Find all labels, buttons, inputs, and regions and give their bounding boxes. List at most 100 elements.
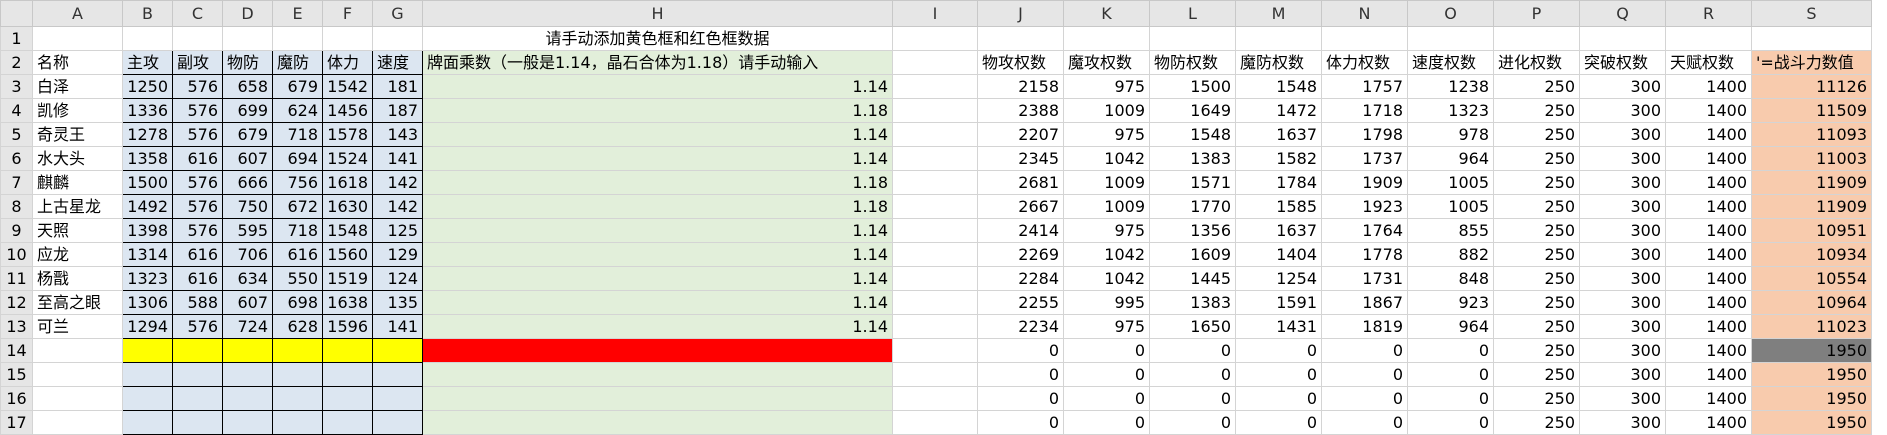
cell-i9[interactable] <box>892 218 978 243</box>
cell-p16[interactable]: 250 <box>1493 386 1580 411</box>
cell-l1[interactable] <box>1149 26 1236 51</box>
cell-n1[interactable] <box>1321 26 1408 51</box>
column-header-b[interactable]: B <box>122 0 173 27</box>
sheet-title-cell[interactable]: 请手动添加黄色框和红色框数据 <box>422 26 893 51</box>
cell-c6[interactable]: 616 <box>172 146 223 171</box>
cell-k9[interactable]: 975 <box>1063 218 1150 243</box>
cell-s10[interactable]: 10934 <box>1751 242 1872 267</box>
cell-l8[interactable]: 1770 <box>1149 194 1236 219</box>
cell-k7[interactable]: 1009 <box>1063 170 1150 195</box>
row-header-16[interactable]: 16 <box>0 386 33 411</box>
cell-s14[interactable]: 1950 <box>1751 338 1872 363</box>
cell-o4[interactable]: 1323 <box>1407 98 1494 123</box>
cell-d5[interactable]: 679 <box>222 122 273 147</box>
cell-l3[interactable]: 1500 <box>1149 74 1236 99</box>
cell-d14[interactable] <box>222 338 273 363</box>
column-header-c[interactable]: C <box>172 0 223 27</box>
cell-a17[interactable] <box>32 410 123 435</box>
cell-b13[interactable]: 1294 <box>122 314 173 339</box>
header-cell-k[interactable]: 魔攻权数 <box>1063 50 1150 75</box>
cell-o16[interactable]: 0 <box>1407 386 1494 411</box>
cell-n13[interactable]: 1819 <box>1321 314 1408 339</box>
cell-p11[interactable]: 250 <box>1493 266 1580 291</box>
cell-c12[interactable]: 588 <box>172 290 223 315</box>
cell-b10[interactable]: 1314 <box>122 242 173 267</box>
cell-k6[interactable]: 1042 <box>1063 146 1150 171</box>
cell-e7[interactable]: 756 <box>272 170 323 195</box>
header-cell-b[interactable]: 主攻 <box>122 50 173 75</box>
cell-k10[interactable]: 1042 <box>1063 242 1150 267</box>
cell-j6[interactable]: 2345 <box>977 146 1064 171</box>
header-cell-r[interactable]: 天赋权数 <box>1665 50 1752 75</box>
cell-j9[interactable]: 2414 <box>977 218 1064 243</box>
header-cell-i[interactable] <box>892 50 978 75</box>
cell-q11[interactable]: 300 <box>1579 266 1666 291</box>
cell-p8[interactable]: 250 <box>1493 194 1580 219</box>
row-header-13[interactable]: 13 <box>0 314 33 339</box>
cell-g11[interactable]: 124 <box>372 266 423 291</box>
cell-r6[interactable]: 1400 <box>1665 146 1752 171</box>
cell-r16[interactable]: 1400 <box>1665 386 1752 411</box>
cell-o10[interactable]: 882 <box>1407 242 1494 267</box>
column-header-j[interactable]: J <box>977 0 1064 27</box>
cell-a16[interactable] <box>32 386 123 411</box>
cell-n4[interactable]: 1718 <box>1321 98 1408 123</box>
header-cell-q[interactable]: 突破权数 <box>1579 50 1666 75</box>
cell-o14[interactable]: 0 <box>1407 338 1494 363</box>
cell-f5[interactable]: 1578 <box>322 122 373 147</box>
cell-k17[interactable]: 0 <box>1063 410 1150 435</box>
column-header-a[interactable]: A <box>32 0 123 27</box>
cell-n3[interactable]: 1757 <box>1321 74 1408 99</box>
cell-g13[interactable]: 141 <box>372 314 423 339</box>
cell-k4[interactable]: 1009 <box>1063 98 1150 123</box>
cell-b1[interactable] <box>122 26 173 51</box>
cell-l7[interactable]: 1571 <box>1149 170 1236 195</box>
header-cell-m[interactable]: 魔防权数 <box>1235 50 1322 75</box>
column-header-i[interactable]: I <box>892 0 978 27</box>
header-cell-o[interactable]: 速度权数 <box>1407 50 1494 75</box>
cell-a14[interactable] <box>32 338 123 363</box>
cell-d13[interactable]: 724 <box>222 314 273 339</box>
cell-p12[interactable]: 250 <box>1493 290 1580 315</box>
cell-g1[interactable] <box>372 26 423 51</box>
cell-m17[interactable]: 0 <box>1235 410 1322 435</box>
cell-m10[interactable]: 1404 <box>1235 242 1322 267</box>
cell-n7[interactable]: 1909 <box>1321 170 1408 195</box>
cell-h6[interactable]: 1.14 <box>422 146 893 171</box>
select-all-corner[interactable] <box>0 0 33 27</box>
cell-e10[interactable]: 616 <box>272 242 323 267</box>
cell-l13[interactable]: 1650 <box>1149 314 1236 339</box>
cell-c8[interactable]: 576 <box>172 194 223 219</box>
cell-d8[interactable]: 750 <box>222 194 273 219</box>
cell-i4[interactable] <box>892 98 978 123</box>
cell-d15[interactable] <box>222 362 273 387</box>
cell-k13[interactable]: 975 <box>1063 314 1150 339</box>
cell-k3[interactable]: 975 <box>1063 74 1150 99</box>
cell-e11[interactable]: 550 <box>272 266 323 291</box>
cell-q13[interactable]: 300 <box>1579 314 1666 339</box>
cell-h12[interactable]: 1.14 <box>422 290 893 315</box>
cell-d16[interactable] <box>222 386 273 411</box>
cell-f13[interactable]: 1596 <box>322 314 373 339</box>
cell-e9[interactable]: 718 <box>272 218 323 243</box>
cell-c13[interactable]: 576 <box>172 314 223 339</box>
cell-s9[interactable]: 10951 <box>1751 218 1872 243</box>
cell-n10[interactable]: 1778 <box>1321 242 1408 267</box>
cell-j7[interactable]: 2681 <box>977 170 1064 195</box>
cell-n5[interactable]: 1798 <box>1321 122 1408 147</box>
cell-r9[interactable]: 1400 <box>1665 218 1752 243</box>
cell-f6[interactable]: 1524 <box>322 146 373 171</box>
cell-s13[interactable]: 11023 <box>1751 314 1872 339</box>
cell-a10[interactable]: 应龙 <box>32 242 123 267</box>
cell-s17[interactable]: 1950 <box>1751 410 1872 435</box>
row-header-8[interactable]: 8 <box>0 194 33 219</box>
cell-f4[interactable]: 1456 <box>322 98 373 123</box>
cell-g8[interactable]: 142 <box>372 194 423 219</box>
cell-s16[interactable]: 1950 <box>1751 386 1872 411</box>
cell-l15[interactable]: 0 <box>1149 362 1236 387</box>
header-cell-p[interactable]: 进化权数 <box>1493 50 1580 75</box>
cell-c16[interactable] <box>172 386 223 411</box>
cell-i7[interactable] <box>892 170 978 195</box>
cell-c9[interactable]: 576 <box>172 218 223 243</box>
cell-b3[interactable]: 1250 <box>122 74 173 99</box>
